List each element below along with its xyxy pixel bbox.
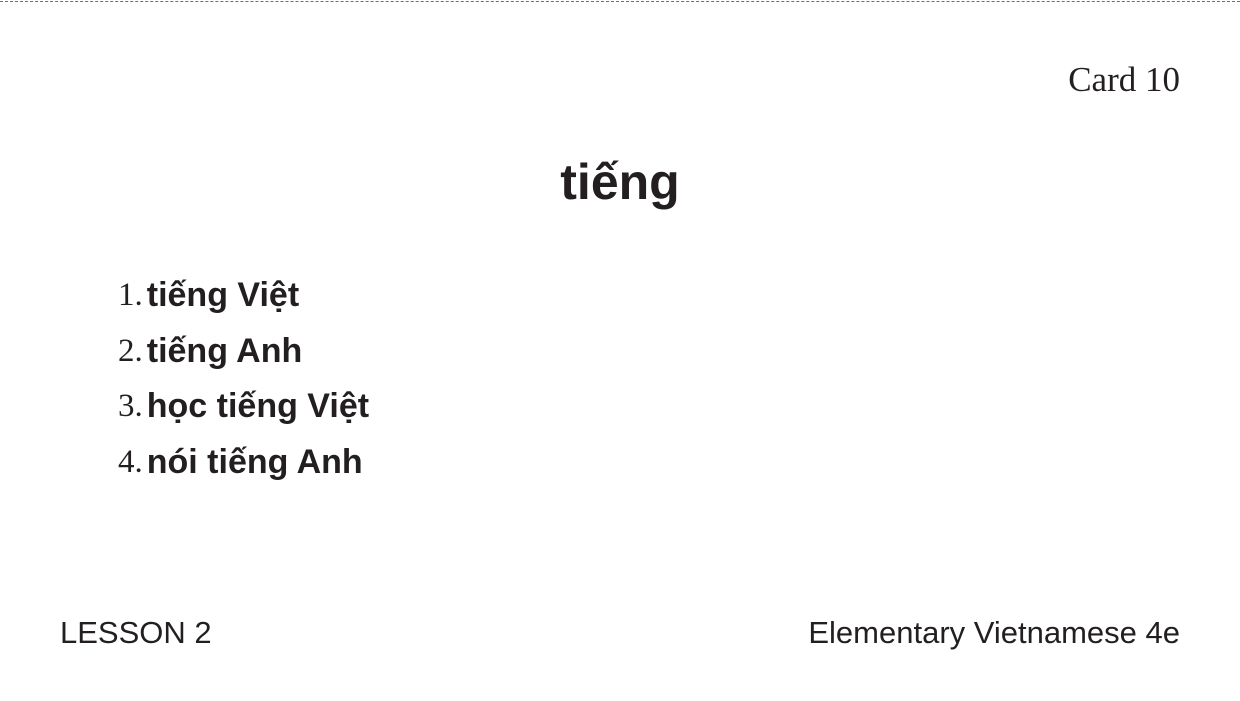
list-item: 2. tiếng Anh	[118, 324, 369, 380]
example-phrase: học tiếng Việt	[146, 387, 370, 426]
book-title: Elementary Vietnamese 4e	[808, 615, 1180, 650]
example-number: 1.	[118, 277, 143, 314]
example-phrase: tiếng Việt	[146, 276, 300, 315]
list-item: 3. học tiếng Việt	[118, 379, 369, 435]
example-number: 4.	[118, 443, 143, 480]
list-item: 1. tiếng Việt	[118, 268, 369, 324]
example-number: 3.	[118, 388, 143, 425]
example-list: 1. tiếng Việt 2. tiếng Anh 3. học tiếng …	[118, 268, 369, 490]
card-number: Card 10	[1068, 60, 1180, 99]
headword: tiếng	[560, 154, 680, 210]
example-number: 2.	[118, 332, 143, 369]
lesson-label: LESSON 2	[60, 615, 212, 650]
example-phrase: tiếng Anh	[146, 331, 303, 370]
cut-line	[0, 1, 1240, 2]
list-item: 4. nói tiếng Anh	[118, 435, 369, 491]
example-phrase: nói tiếng Anh	[146, 442, 363, 481]
